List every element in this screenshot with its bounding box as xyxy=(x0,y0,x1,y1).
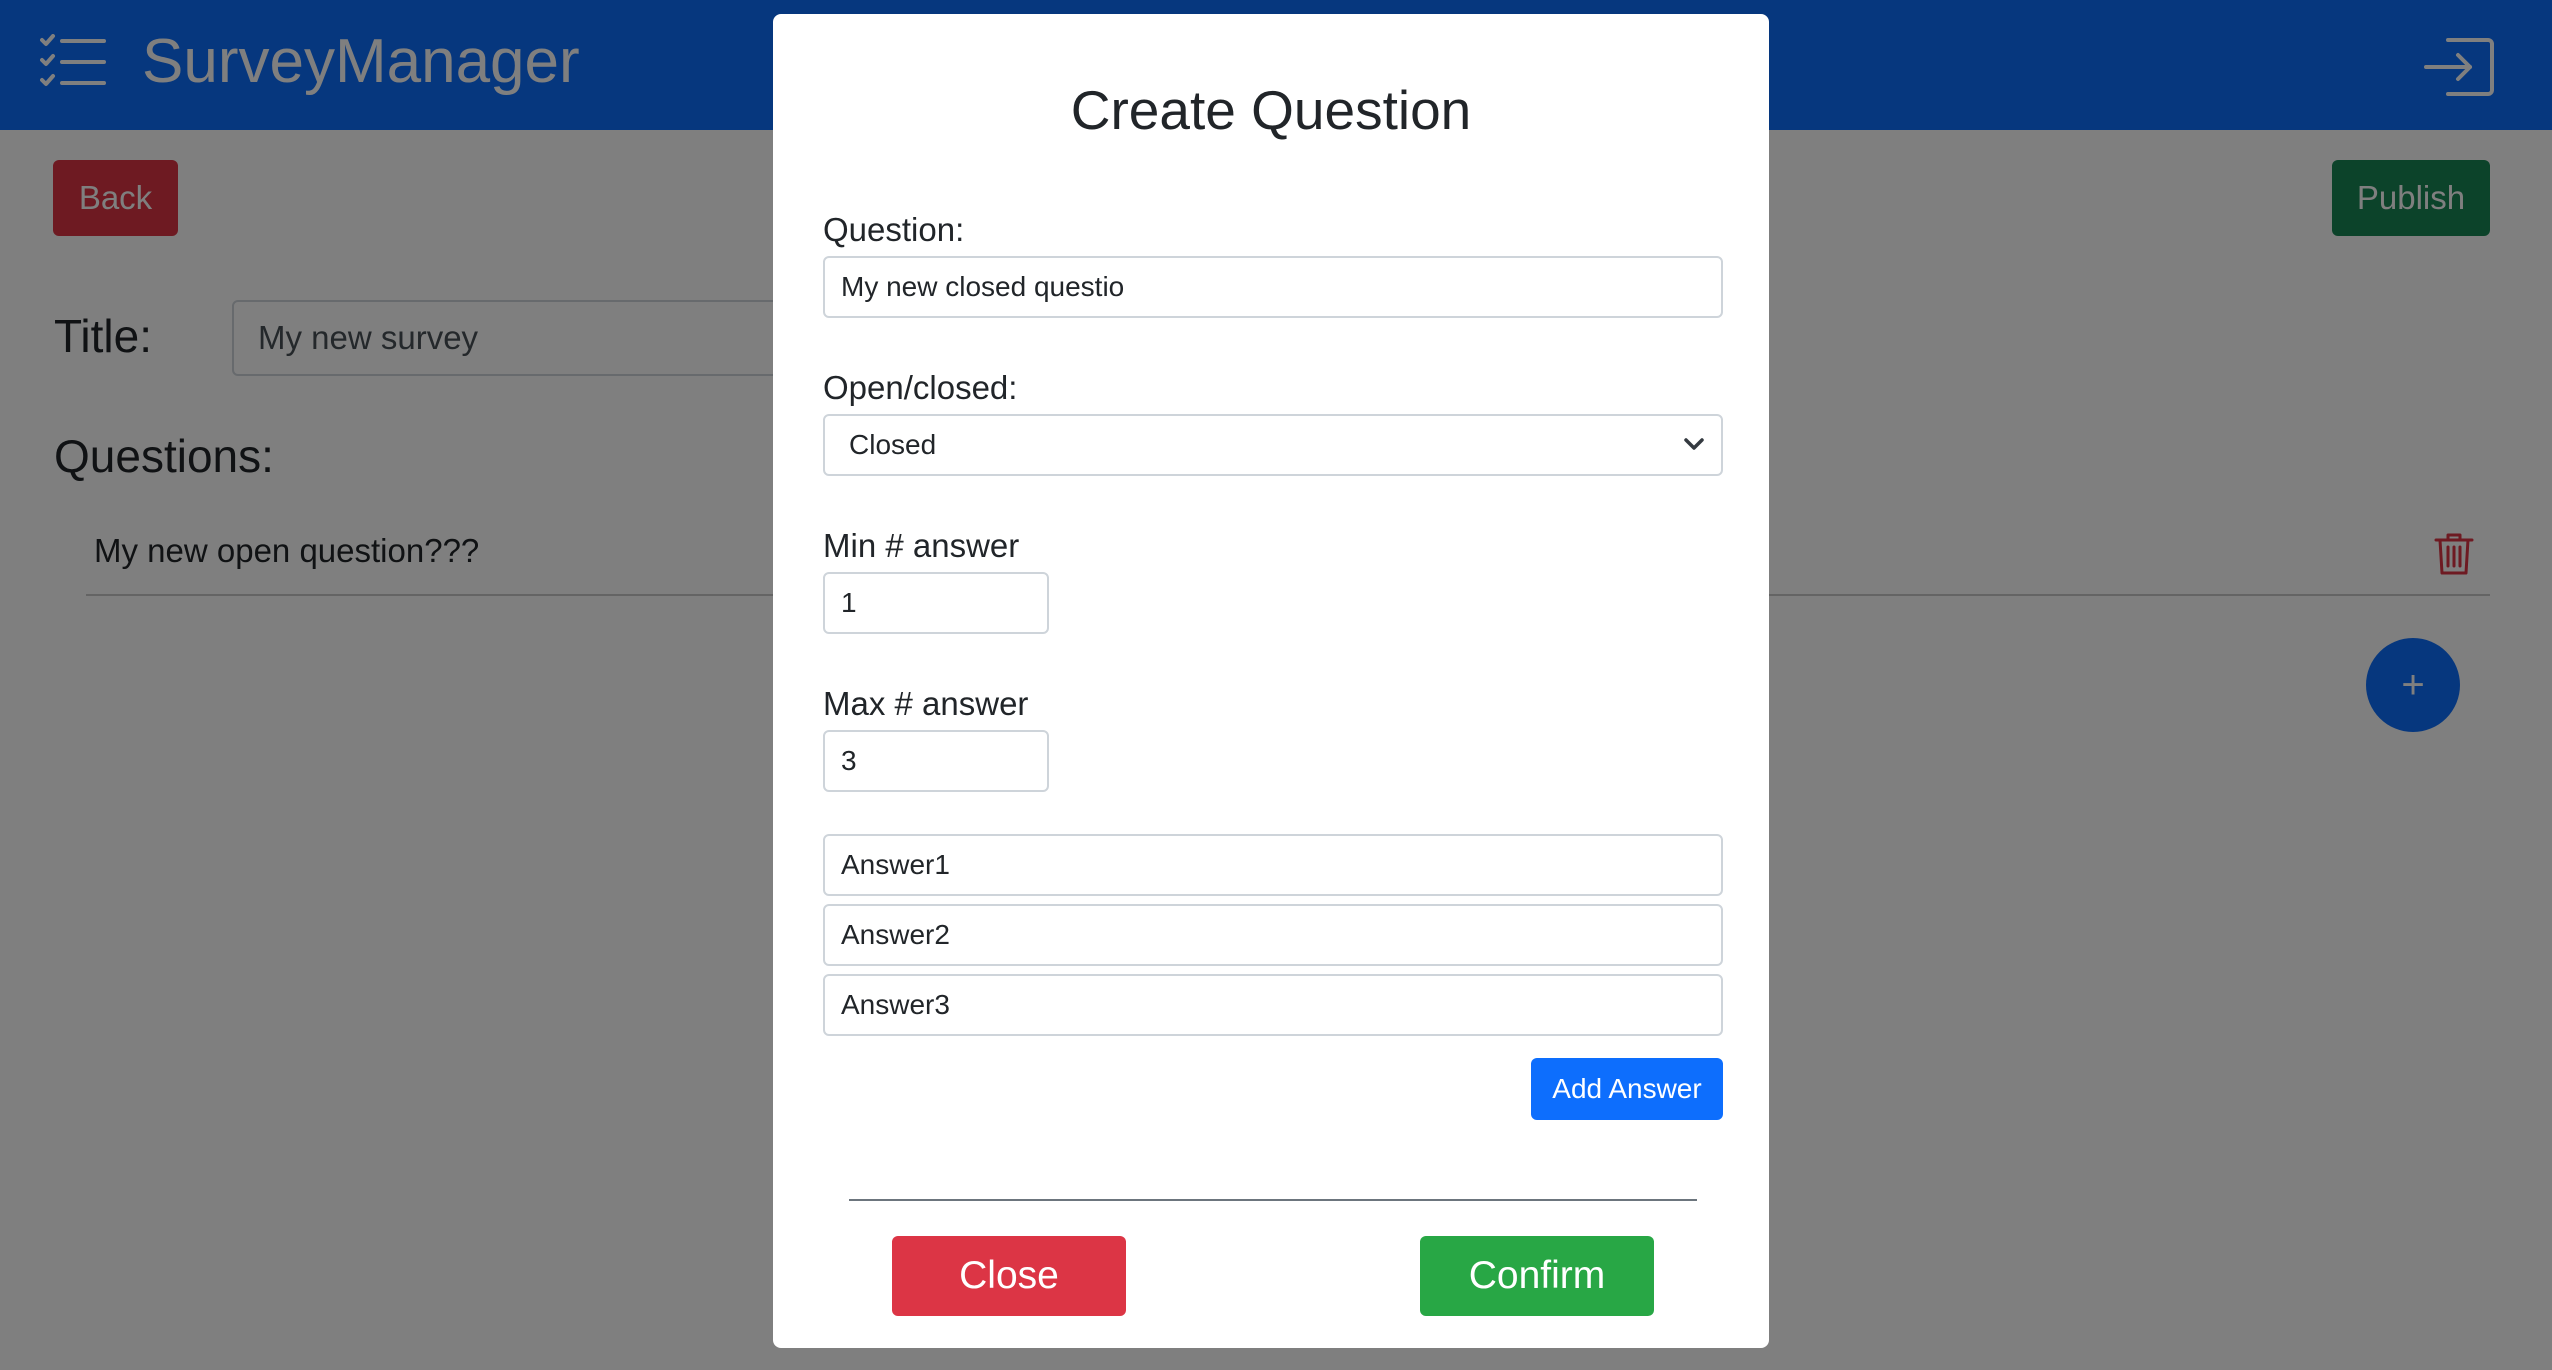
max-answer-label: Max # answer xyxy=(823,685,1029,722)
max-answer-input[interactable]: 3 xyxy=(823,730,1049,792)
modal-divider xyxy=(849,1199,1697,1201)
min-answer-label: Min # answer xyxy=(823,527,1020,564)
answer-input-3[interactable]: Answer3 xyxy=(823,974,1723,1036)
question-label: Question: xyxy=(823,211,965,248)
create-question-modal: Create Question Question: My new closed … xyxy=(773,14,1769,1348)
modal-title: Create Question xyxy=(1070,79,1472,141)
add-answer-button[interactable]: Add Answer xyxy=(1531,1058,1723,1120)
chevron-down-icon xyxy=(1684,438,1704,450)
type-label: Open/closed: xyxy=(823,369,1018,406)
type-select-value: Closed xyxy=(849,429,937,460)
min-answer-input[interactable]: 1 xyxy=(823,572,1049,634)
answer-input-1[interactable]: Answer1 xyxy=(823,834,1723,896)
confirm-button[interactable]: Confirm xyxy=(1420,1236,1654,1316)
answer-input-2[interactable]: Answer2 xyxy=(823,904,1723,966)
close-button[interactable]: Close xyxy=(892,1236,1126,1316)
question-input[interactable]: My new closed questio xyxy=(823,256,1723,318)
type-select[interactable]: Closed xyxy=(823,414,1723,476)
